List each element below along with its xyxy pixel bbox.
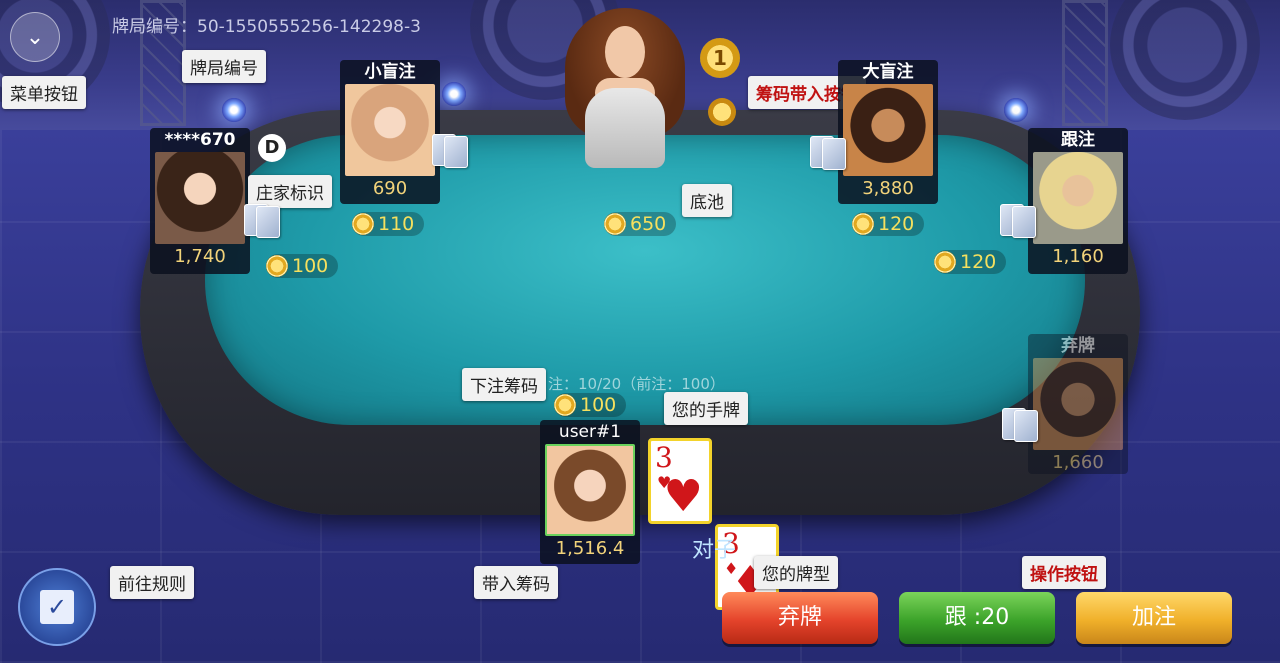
tip-menu: 菜单按钮 bbox=[2, 76, 86, 109]
tip-rules: 前往规则 bbox=[110, 566, 194, 599]
player-seat-3[interactable]: 大盲注 3,880 bbox=[838, 60, 938, 204]
player-name: ****670 bbox=[164, 130, 236, 150]
dealer-face bbox=[605, 26, 645, 78]
fold-button[interactable]: 弃牌 bbox=[722, 592, 878, 644]
hand-card[interactable]: 3 ♥ ♥ bbox=[648, 438, 712, 524]
player-avatar bbox=[155, 152, 245, 244]
card-back bbox=[256, 206, 280, 238]
blind-info: 注：10/20（前注：100） bbox=[548, 375, 725, 393]
player-avatar bbox=[545, 444, 635, 536]
card-back bbox=[822, 138, 846, 170]
chip-icon bbox=[266, 255, 288, 277]
bet-amount: 100 bbox=[292, 255, 329, 277]
player-avatar bbox=[345, 84, 435, 176]
player-avatar bbox=[1033, 358, 1123, 450]
rules-button[interactable]: ✓ bbox=[18, 568, 96, 646]
player-stack: 1,516.4 bbox=[555, 538, 625, 559]
player-bet: 110 bbox=[352, 212, 425, 236]
player-seat-2[interactable]: 小盲注 690 bbox=[340, 60, 440, 204]
chip-icon bbox=[554, 394, 576, 416]
menu-button[interactable]: ⌄ bbox=[10, 12, 60, 62]
player-stack: 1,660 bbox=[1052, 452, 1104, 473]
card-rank: 3 bbox=[655, 441, 673, 474]
player-stack: 1,740 bbox=[174, 246, 226, 267]
chip-icon bbox=[934, 251, 956, 273]
pot-value: 650 bbox=[630, 213, 667, 235]
chip-icon bbox=[604, 213, 626, 235]
card-back bbox=[1014, 410, 1038, 442]
card-back bbox=[444, 136, 468, 168]
tip-action-buttons: 操作按钮 bbox=[1022, 556, 1106, 589]
player-name: 大盲注 bbox=[862, 62, 914, 82]
player-seat-1[interactable]: ****670 1,740 bbox=[150, 128, 250, 274]
my-seat[interactable]: user#1 1,516.4 bbox=[540, 420, 640, 564]
player-avatar bbox=[843, 84, 933, 176]
tip-your-hand: 您的手牌 bbox=[664, 392, 748, 425]
stage-truss bbox=[1062, 0, 1108, 126]
checklist-icon: ✓ bbox=[40, 590, 74, 624]
player-name: 小盲注 bbox=[364, 62, 416, 82]
spotlight bbox=[1004, 98, 1028, 122]
player-seat-4[interactable]: 跟注 1,160 bbox=[1028, 128, 1128, 274]
player-name: user#1 bbox=[558, 422, 622, 442]
bet-amount: 110 bbox=[378, 213, 415, 235]
spotlight bbox=[222, 98, 246, 122]
player-avatar bbox=[1033, 152, 1123, 244]
player-stack: 1,160 bbox=[1052, 246, 1104, 267]
player-stack: 3,880 bbox=[862, 178, 914, 199]
dealer-dress bbox=[585, 88, 665, 168]
chip-icon bbox=[352, 213, 374, 235]
player-bet: 120 bbox=[934, 250, 1007, 274]
card-back bbox=[1012, 206, 1036, 238]
player-seat-5[interactable]: 弃牌 1,660 bbox=[1028, 334, 1128, 474]
tip-hand-type: 您的牌型 bbox=[754, 556, 838, 589]
dealer-character bbox=[565, 8, 685, 168]
chevron-down-icon: ⌄ bbox=[25, 24, 45, 50]
bet-amount: 120 bbox=[878, 213, 915, 235]
heart-suit-icon: ♥ bbox=[663, 471, 703, 522]
player-name: 弃牌 bbox=[1061, 336, 1095, 356]
player-stack: 690 bbox=[372, 178, 408, 199]
tip-pot: 底池 bbox=[682, 184, 732, 217]
game-id: 牌局编号：50-1550555256-142298-3 bbox=[112, 17, 421, 37]
raise-button[interactable]: 加注 bbox=[1076, 592, 1232, 644]
chip-icon bbox=[852, 213, 874, 235]
buyin-chip-button[interactable] bbox=[708, 98, 736, 126]
tip-bet-chips: 下注筹码 bbox=[462, 368, 546, 401]
player-name: 跟注 bbox=[1061, 130, 1095, 150]
tip-buyin-chips: 带入筹码 bbox=[474, 566, 558, 599]
bet-amount: 100 bbox=[580, 394, 617, 416]
player-bet: 120 bbox=[852, 212, 925, 236]
pot-amount: 650 bbox=[604, 212, 677, 236]
dealer-button-icon: D bbox=[258, 134, 286, 162]
bet-amount: 120 bbox=[960, 251, 997, 273]
call-button[interactable]: 跟 :20 bbox=[899, 592, 1055, 644]
my-bet: 100 bbox=[554, 393, 627, 417]
rank-medal-icon: 1 bbox=[700, 38, 740, 78]
tip-game-id: 牌局编号 bbox=[182, 50, 266, 83]
player-bet: 100 bbox=[266, 254, 339, 278]
spotlight bbox=[442, 82, 466, 106]
